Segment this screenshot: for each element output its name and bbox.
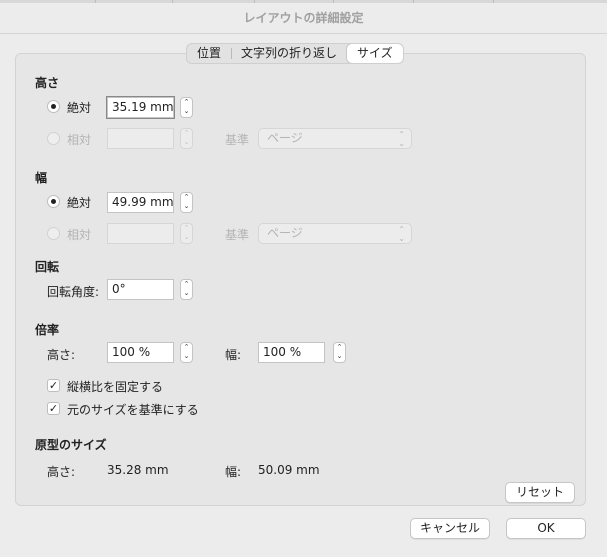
original-height-value: 35.28 mm [107, 463, 169, 477]
stepper-arrows-icon: ⌃ ⌄ [183, 343, 190, 360]
scale-width-stepper[interactable]: ⌃ ⌄ [333, 342, 346, 363]
rotation-angle-field[interactable]: 0° [107, 279, 174, 300]
checkmark-icon: ✓ [48, 402, 59, 415]
height-absolute-radio[interactable] [47, 100, 60, 113]
height-absolute-label: 絶対 [67, 101, 92, 115]
width-basis-value: ページ [267, 226, 303, 240]
lock-aspect-label: 縦横比を固定する [67, 380, 164, 394]
original-height-label: 高さ: [47, 465, 76, 479]
stepper-arrows-icon: ⌃ ⌄ [183, 280, 190, 297]
width-relative-label: 相対 [67, 228, 92, 242]
width-basis-label: 基準 [225, 228, 250, 242]
height-basis-label: 基準 [225, 133, 250, 147]
width-relative-radio[interactable] [47, 227, 60, 240]
rotation-section-title: 回転 [35, 260, 60, 274]
height-absolute-field[interactable]: 35.19 mm [107, 97, 174, 118]
tab-position[interactable]: 位置 [187, 44, 231, 63]
chevron-updown-icon: ⌃ ⌄ [398, 225, 405, 243]
original-width-label: 幅: [225, 465, 242, 479]
height-relative-stepper[interactable]: ⌃ ⌄ [180, 128, 193, 149]
ok-button[interactable]: OK [506, 518, 586, 539]
tab-size[interactable]: サイズ [347, 44, 403, 63]
stepper-arrows-icon: ⌃ ⌄ [183, 129, 190, 146]
stepper-arrows-icon: ⌃ ⌄ [336, 343, 343, 360]
scale-height-field[interactable]: 100 % [107, 342, 174, 363]
width-absolute-field[interactable]: 49.99 mm [107, 192, 174, 213]
original-size-section-title: 原型のサイズ [35, 438, 107, 452]
original-width-value: 50.09 mm [258, 463, 320, 477]
height-basis-select[interactable]: ページ ⌃ ⌄ [258, 128, 412, 149]
checkmark-icon: ✓ [48, 379, 59, 392]
height-relative-radio[interactable] [47, 132, 60, 145]
width-absolute-label: 絶対 [67, 196, 92, 210]
height-section-title: 高さ [35, 76, 60, 90]
stepper-arrows-icon: ⌃ ⌄ [183, 224, 190, 241]
tab-text-wrapping[interactable]: 文字列の折り返し [231, 44, 347, 63]
scale-height-label: 高さ: [47, 348, 76, 362]
reset-button[interactable]: リセット [505, 482, 575, 503]
relative-original-checkbox[interactable]: ✓ [47, 402, 60, 415]
chevron-updown-icon: ⌃ ⌄ [398, 130, 405, 148]
height-absolute-stepper[interactable]: ⌃ ⌄ [180, 97, 193, 118]
relative-original-label: 元のサイズを基準にする [67, 403, 199, 417]
height-relative-label: 相対 [67, 133, 92, 147]
scale-width-label: 幅: [225, 348, 242, 362]
width-relative-field[interactable] [107, 223, 174, 244]
window-title: レイアウトの詳細設定 [243, 11, 364, 25]
scale-section-title: 倍率 [35, 323, 60, 337]
rotation-angle-stepper[interactable]: ⌃ ⌄ [180, 279, 193, 300]
tab-bar: 位置 文字列の折り返し サイズ [186, 43, 404, 64]
lock-aspect-checkbox[interactable]: ✓ [47, 379, 60, 392]
rotation-angle-label: 回転角度: [47, 285, 100, 299]
stepper-arrows-icon: ⌃ ⌄ [183, 193, 190, 210]
scale-height-stepper[interactable]: ⌃ ⌄ [180, 342, 193, 363]
title-separator [0, 33, 607, 34]
height-relative-field[interactable] [107, 128, 174, 149]
cancel-button[interactable]: キャンセル [410, 518, 490, 539]
width-absolute-stepper[interactable]: ⌃ ⌄ [180, 192, 193, 213]
scale-width-field[interactable]: 100 % [258, 342, 325, 363]
width-section-title: 幅 [35, 171, 48, 185]
width-relative-stepper[interactable]: ⌃ ⌄ [180, 223, 193, 244]
width-basis-select[interactable]: ページ ⌃ ⌄ [258, 223, 412, 244]
window-top-strip [0, 0, 607, 3]
height-basis-value: ページ [267, 131, 303, 145]
width-absolute-radio[interactable] [47, 195, 60, 208]
stepper-arrows-icon: ⌃ ⌄ [183, 98, 190, 115]
